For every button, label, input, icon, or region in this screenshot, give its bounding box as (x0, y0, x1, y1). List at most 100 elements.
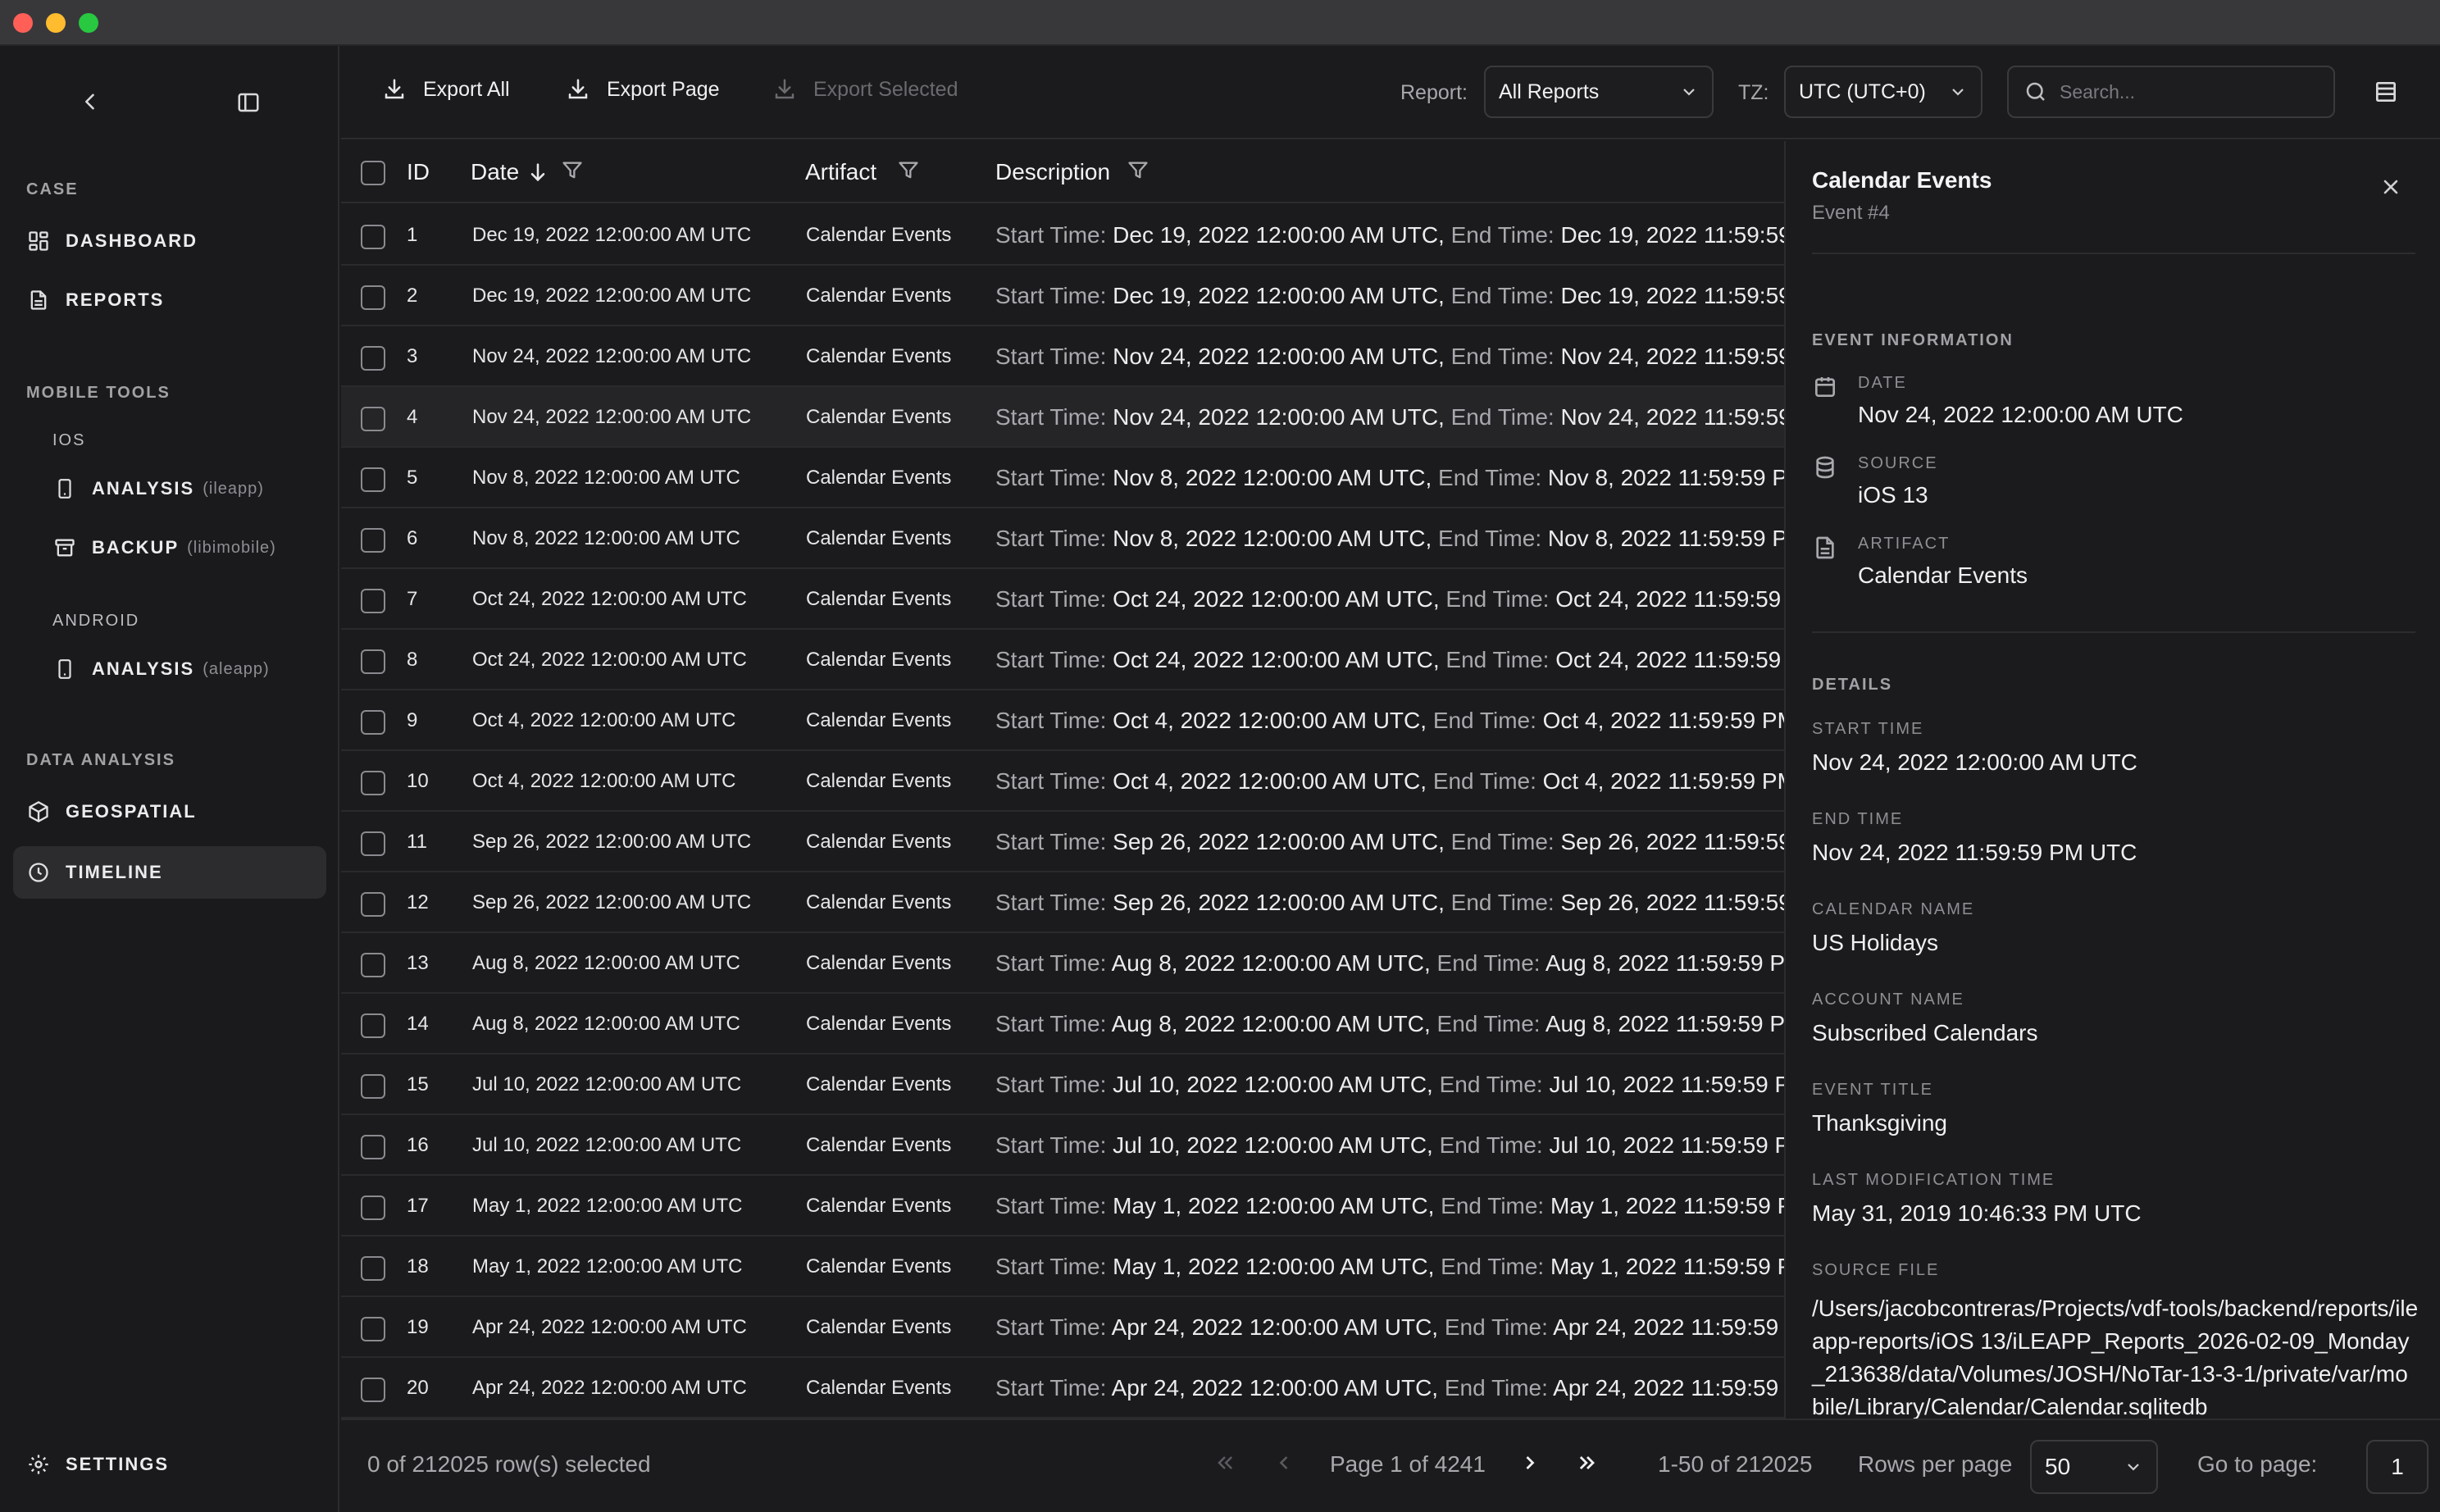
table-row[interactable]: 18 May 1, 2022 12:00:00 AM UTC Calendar Ev… (341, 1236, 1784, 1297)
sidebar-item-sublabel: (aleapp) (203, 659, 270, 678)
sidebar-item-ios-backup[interactable]: BACKUP (libimobile) (39, 521, 326, 574)
table-row[interactable]: 9 Oct 4, 2022 12:00:00 AM UTC Calendar Eve… (341, 690, 1784, 751)
table-row[interactable]: 12 Sep 26, 2022 12:00:00 AM UTC Calendar E… (341, 872, 1784, 933)
row-checkbox[interactable] (361, 528, 385, 553)
sidebar-item-reports[interactable]: REPORTS (13, 274, 326, 326)
column-header-description[interactable]: Description (995, 159, 1110, 185)
end-time-key: End Time: (1444, 1375, 1548, 1400)
table-row[interactable]: 4 Nov 24, 2022 12:00:00 AM UTC Calendar Ev… (341, 387, 1784, 448)
export-page-button[interactable]: Export Page (566, 77, 720, 102)
table-row[interactable]: 5 Nov 8, 2022 12:00:00 AM UTC Calendar Eve… (341, 448, 1784, 508)
table-row[interactable]: 13 Aug 8, 2022 12:00:00 AM UTC Calendar Ev… (341, 933, 1784, 994)
column-header-id[interactable]: ID (407, 159, 430, 185)
start-time-value: Nov 8, 2022 12:00:00 AM UTC, (1113, 526, 1432, 551)
filter-icon[interactable] (1127, 159, 1149, 182)
row-checkbox[interactable] (361, 407, 385, 431)
chevron-left-icon (1279, 1456, 1288, 1469)
cell-date: Nov 8, 2022 12:00:00 AM UTC (472, 467, 740, 489)
sidebar-item-dashboard[interactable]: DASHBOARD (13, 215, 326, 267)
end-time-value: Apr 24, 2022 11:59:59 PM UTC (1553, 1375, 1784, 1400)
event-title-value: Thanksgiving (1812, 1110, 1947, 1136)
row-checkbox[interactable] (361, 710, 385, 735)
export-selected-button[interactable]: Export Selected (772, 77, 958, 102)
report-select[interactable]: All Reports (1484, 66, 1714, 118)
table-row[interactable]: 20 Apr 24, 2022 12:00:00 AM UTC Calendar E… (341, 1358, 1784, 1419)
table-row[interactable]: 16 Jul 10, 2022 12:00:00 AM UTC Calendar E… (341, 1115, 1784, 1176)
row-checkbox[interactable] (361, 285, 385, 310)
start-time-value: Sep 26, 2022 12:00:00 AM UTC, (1113, 829, 1445, 854)
cell-artifact: Calendar Events (806, 770, 952, 792)
table-row[interactable]: 10 Oct 4, 2022 12:00:00 AM UTC Calendar Ev… (341, 751, 1784, 812)
table-row[interactable]: 17 May 1, 2022 12:00:00 AM UTC Calendar Ev… (341, 1176, 1784, 1236)
row-checkbox[interactable] (361, 892, 385, 917)
column-header-artifact[interactable]: Artifact (805, 159, 876, 185)
toggle-sidebar-icon[interactable] (236, 90, 261, 119)
table-row[interactable]: 2 Dec 19, 2022 12:00:00 AM UTC Calendar Ev… (341, 266, 1784, 326)
table-row[interactable]: 3 Nov 24, 2022 12:00:00 AM UTC Calendar Ev… (341, 326, 1784, 387)
row-checkbox[interactable] (361, 1256, 385, 1281)
column-header-date[interactable]: Date (471, 159, 519, 185)
table-row[interactable]: 19 Apr 24, 2022 12:00:00 AM UTC Calendar E… (341, 1297, 1784, 1358)
row-checkbox[interactable] (361, 649, 385, 674)
cell-description: Start Time: Nov 24, 2022 12:00:00 AM UTC… (995, 404, 1784, 430)
cell-date: Dec 19, 2022 12:00:00 AM UTC (472, 224, 752, 246)
back-chevron-icon[interactable] (79, 90, 102, 117)
start-time-value: Nov 8, 2022 12:00:00 AM UTC, (1113, 465, 1432, 490)
row-checkbox[interactable] (361, 1317, 385, 1341)
filter-icon[interactable] (897, 159, 920, 182)
rows-per-page-select[interactable]: 50 (2030, 1440, 2158, 1494)
table-row[interactable]: 15 Jul 10, 2022 12:00:00 AM UTC Calendar E… (341, 1054, 1784, 1115)
first-page-button[interactable] (1213, 1451, 1236, 1480)
cell-artifact: Calendar Events (806, 467, 952, 489)
previous-page-button[interactable] (1272, 1451, 1295, 1480)
go-to-page-input[interactable]: 1 (2366, 1440, 2429, 1494)
next-page-button[interactable] (1518, 1451, 1541, 1480)
table-row[interactable]: 8 Oct 24, 2022 12:00:00 AM UTC Calendar Ev… (341, 630, 1784, 690)
maximize-window-button[interactable] (79, 13, 98, 33)
clock-icon (26, 860, 51, 885)
sidebar-item-ios-analysis[interactable]: ANALYSIS (ileapp) (39, 462, 326, 515)
row-checkbox[interactable] (361, 225, 385, 249)
sidebar-item-timeline[interactable]: TIMELINE (13, 846, 326, 899)
timezone-select[interactable]: UTC (UTC+0) (1784, 66, 1983, 118)
row-checkbox[interactable] (361, 1013, 385, 1038)
search-input[interactable]: Search... (2007, 66, 2335, 118)
file-text-icon (26, 288, 51, 312)
table-row[interactable]: 1 Dec 19, 2022 12:00:00 AM UTC Calendar Ev… (341, 205, 1784, 266)
last-page-button[interactable] (1576, 1451, 1599, 1480)
end-time-value: Jul 10, 2022 11:59:59 PM UTC (1549, 1132, 1784, 1158)
row-checkbox[interactable] (361, 589, 385, 613)
row-checkbox[interactable] (361, 1074, 385, 1099)
sidebar-item-geospatial[interactable]: GEOSPATIAL (13, 786, 326, 838)
smartphone-icon (52, 657, 77, 681)
table-row[interactable]: 6 Nov 8, 2022 12:00:00 AM UTC Calendar Eve… (341, 508, 1784, 569)
row-checkbox[interactable] (361, 831, 385, 856)
row-checkbox[interactable] (361, 1135, 385, 1159)
select-all-checkbox[interactable] (361, 161, 385, 185)
end-time-value: Jul 10, 2022 11:59:59 PM UTC (1549, 1072, 1784, 1097)
filter-icon[interactable] (561, 159, 584, 182)
close-icon[interactable] (2379, 175, 2402, 203)
table-row[interactable]: 11 Sep 26, 2022 12:00:00 AM UTC Calendar E… (341, 812, 1784, 872)
cell-date: Oct 24, 2022 12:00:00 AM UTC (472, 588, 747, 610)
row-checkbox[interactable] (361, 346, 385, 371)
end-time-value: Sep 26, 2022 11:59:59 PM UTC (1560, 890, 1784, 915)
cube-icon (26, 799, 51, 824)
sort-descending-icon[interactable] (526, 161, 549, 184)
row-checkbox[interactable] (361, 953, 385, 977)
sidebar-item-android-analysis[interactable]: ANALYSIS (aleapp) (39, 643, 326, 695)
columns-toggle-icon[interactable] (2373, 79, 2399, 109)
row-checkbox[interactable] (361, 467, 385, 492)
sidebar-item-settings[interactable]: SETTINGS (26, 1438, 321, 1491)
row-checkbox[interactable] (361, 1378, 385, 1402)
row-checkbox[interactable] (361, 1195, 385, 1220)
row-checkbox[interactable] (361, 771, 385, 795)
minimize-window-button[interactable] (46, 13, 66, 33)
export-all-button[interactable]: Export All (382, 77, 510, 102)
report-select-value: All Reports (1499, 80, 1600, 103)
end-time-key: End Time: (1450, 222, 1555, 248)
table-row[interactable]: 7 Oct 24, 2022 12:00:00 AM UTC Calendar Ev… (341, 569, 1784, 630)
table-row[interactable]: 14 Aug 8, 2022 12:00:00 AM UTC Calendar Ev… (341, 994, 1784, 1054)
close-window-button[interactable] (13, 13, 33, 33)
chevron-down-icon (1683, 89, 1695, 96)
